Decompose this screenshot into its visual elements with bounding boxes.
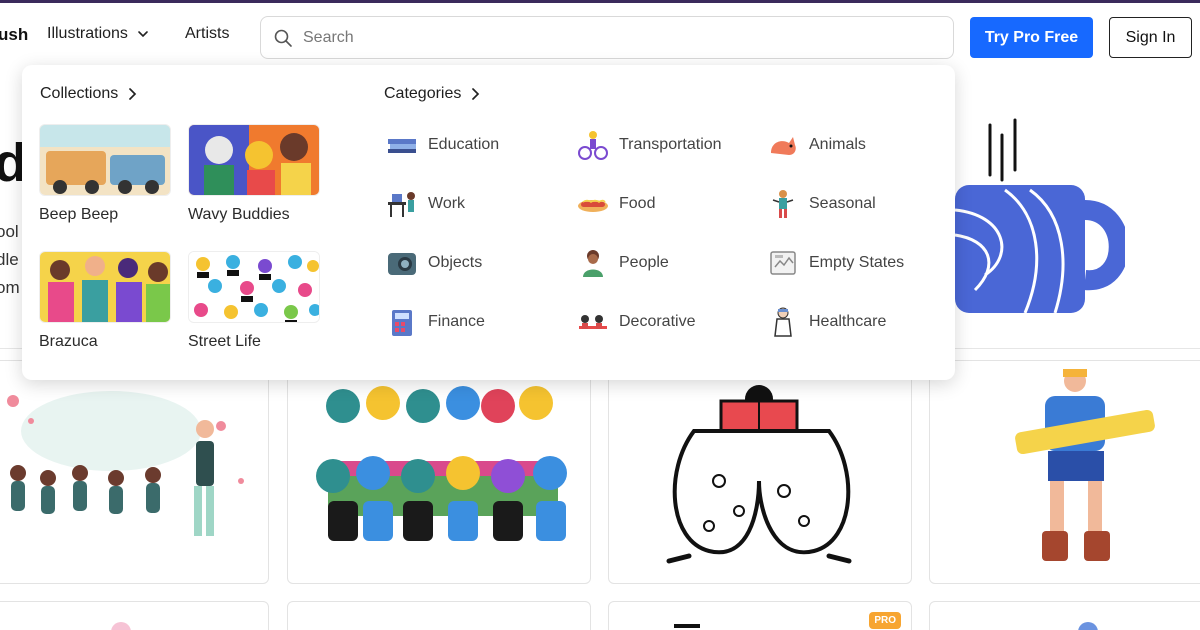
categories-link[interactable]: Categories: [384, 85, 481, 103]
pro-badge: PRO: [869, 612, 901, 629]
category-people[interactable]: People: [577, 247, 669, 279]
category-label: Animals: [809, 136, 866, 153]
chevron-right-icon: [472, 88, 480, 100]
category-label: Finance: [428, 313, 485, 330]
collection-label: Brazuca: [39, 333, 98, 350]
nav-illustrations-dropdown[interactable]: Illustrations: [47, 25, 150, 43]
people-icon: [577, 247, 609, 279]
illustration-card[interactable]: [929, 360, 1200, 584]
collection-beep-beep[interactable]: Beep Beep: [39, 124, 171, 224]
category-label: Education: [428, 136, 500, 153]
collection-thumbnail: [188, 124, 320, 196]
crowd-illustration: [316, 386, 567, 541]
seasonal-icon: [767, 188, 799, 220]
logo[interactable]: ush: [0, 25, 28, 45]
category-objects[interactable]: Objects: [386, 247, 482, 279]
collection-thumbnail: [39, 251, 171, 323]
collections-link[interactable]: Collections: [40, 85, 138, 103]
search-input[interactable]: [303, 28, 903, 47]
category-empty-states[interactable]: Empty States: [767, 247, 904, 279]
category-label: Work: [428, 195, 466, 212]
try-pro-button[interactable]: Try Pro Free: [970, 17, 1093, 58]
kids-playing-illustration: [7, 391, 244, 536]
illustration-card[interactable]: [287, 601, 591, 630]
category-seasonal[interactable]: Seasonal: [767, 188, 876, 220]
collection-thumbnail: [188, 251, 320, 323]
transportation-icon: [577, 129, 609, 161]
finance-icon: [386, 306, 418, 338]
pencil-person-illustration: [1015, 369, 1155, 561]
categories-heading: Categories: [384, 85, 462, 102]
empty-states-icon: [767, 247, 799, 279]
category-label: Decorative: [619, 313, 696, 330]
illustration-card[interactable]: [287, 360, 591, 584]
illustration-preview: [1078, 622, 1098, 630]
collections-heading: Collections: [40, 85, 119, 102]
hero-text-fragment: dle: [0, 250, 19, 269]
category-decorative[interactable]: Decorative: [577, 306, 695, 338]
illustration-card[interactable]: [608, 360, 912, 584]
category-label: Seasonal: [809, 195, 876, 212]
category-finance[interactable]: Finance: [386, 306, 485, 338]
collection-label: Street Life: [188, 333, 261, 350]
education-icon: [386, 129, 418, 161]
animals-icon: [767, 129, 799, 161]
sign-in-button[interactable]: Sign In: [1109, 17, 1192, 58]
objects-icon: [386, 247, 418, 279]
illustration-preview: [674, 624, 700, 628]
food-icon: [577, 188, 609, 220]
illustration-card[interactable]: [0, 360, 269, 584]
hero-mug-illustration: [954, 118, 1125, 314]
collection-brazuca[interactable]: Brazuca: [39, 251, 171, 351]
category-animals[interactable]: Animals: [767, 129, 866, 161]
category-work[interactable]: Work: [386, 188, 465, 220]
reading-person-illustration: [666, 385, 852, 564]
category-label: People: [619, 254, 669, 271]
search-bar[interactable]: [260, 16, 954, 59]
category-label: Healthcare: [809, 313, 887, 330]
healthcare-icon: [767, 306, 799, 338]
illustration-preview: [111, 622, 131, 630]
category-transportation[interactable]: Transportation: [577, 129, 722, 161]
collection-label: Wavy Buddies: [188, 206, 290, 223]
illustration-card[interactable]: PRO: [608, 601, 912, 630]
hero-text-fragment: om: [0, 278, 20, 297]
category-label: Empty States: [809, 254, 905, 271]
site-header: ush Illustrations Artists Try Pro Free S…: [0, 3, 1200, 65]
search-icon: [274, 29, 292, 47]
chevron-down-icon: [138, 31, 148, 38]
hero-text-fragment: ool: [0, 222, 19, 241]
nav-illustrations-label: Illustrations: [47, 25, 128, 42]
category-healthcare[interactable]: Healthcare: [767, 306, 886, 338]
category-food[interactable]: Food: [577, 188, 655, 220]
collection-label: Beep Beep: [39, 206, 119, 223]
collection-thumbnail: [39, 124, 171, 196]
nav-artists-link[interactable]: Artists: [185, 25, 229, 43]
illustration-card[interactable]: [929, 601, 1200, 630]
category-education[interactable]: Education: [386, 129, 499, 161]
category-label: Transportation: [619, 136, 722, 153]
collection-street-life[interactable]: Street Life: [188, 251, 320, 351]
chevron-right-icon: [129, 88, 137, 100]
illustration-card[interactable]: [0, 601, 269, 630]
work-icon: [386, 188, 418, 220]
category-label: Food: [619, 195, 656, 212]
illustrations-dropdown-menu: Collections Categories Beep Beep Wavy Bu…: [22, 65, 955, 380]
collection-wavy-buddies[interactable]: Wavy Buddies: [188, 124, 320, 224]
category-label: Objects: [428, 254, 483, 271]
decorative-icon: [577, 306, 609, 338]
